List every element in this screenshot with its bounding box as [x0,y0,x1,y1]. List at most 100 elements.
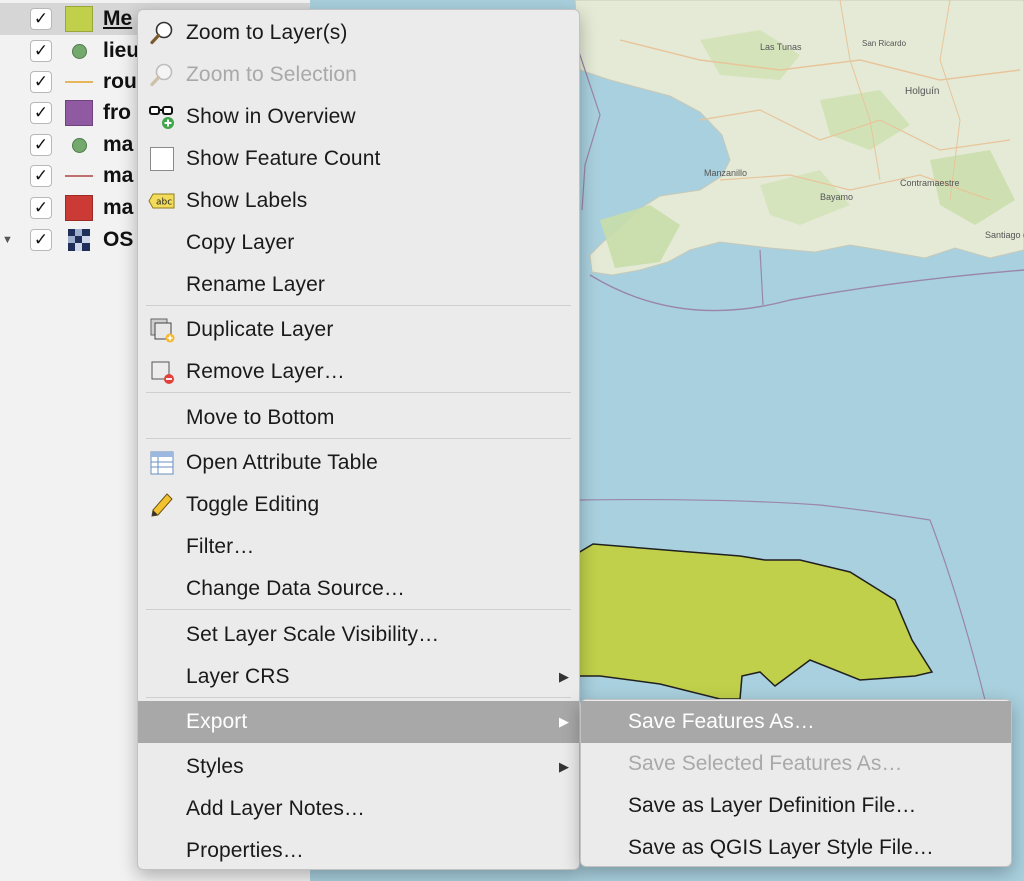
layer-checkbox[interactable]: ✓ [30,40,52,62]
export-submenu: Save Features As… Save Selected Features… [580,699,1012,867]
menu-item-label: Save as QGIS Layer Style File… [628,836,934,859]
svg-text:abc: abc [156,198,172,208]
menu-item-zoom-to-layer[interactable]: Zoom to Layer(s) [138,12,579,54]
menu-item-save-features-as[interactable]: Save Features As… [581,701,1011,743]
map-label: Holguín [905,86,939,97]
menu-item-properties[interactable]: Properties… [138,830,579,872]
menu-item-layer-crs[interactable]: Layer CRS ▶ [138,656,579,698]
menu-item-copy-layer[interactable]: Copy Layer [138,222,579,264]
labels-abc-icon: abc [148,187,176,215]
menu-item-label: Filter… [186,535,255,558]
menu-item-label: Save Selected Features As… [628,752,903,775]
attribute-table-icon [148,449,176,477]
map-label: San Ricardo [862,39,907,48]
menu-separator [146,697,571,698]
menu-item-label: Show Labels [186,189,308,212]
menu-item-label: Save Features As… [628,710,815,733]
map-label: Santiago de Cuba [985,230,1024,240]
layer-context-menu: Zoom to Layer(s) Zoom to Selection Show … [137,9,580,870]
menu-item-rename-layer[interactable]: Rename Layer [138,264,579,306]
menu-item-save-layer-definition[interactable]: Save as Layer Definition File… [581,785,1011,827]
menu-item-export[interactable]: Export ▶ [138,701,579,743]
menu-separator [146,438,571,439]
layer-checkbox[interactable]: ✓ [30,8,52,30]
menu-item-label: Toggle Editing [186,493,320,516]
layer-checkbox[interactable]: ✓ [30,229,52,251]
fill-symbol-icon [64,100,94,126]
layer-checkbox[interactable]: ✓ [30,71,52,93]
menu-item-label: Styles [186,755,244,778]
map-label: Manzanillo [704,168,747,178]
layer-checkbox[interactable]: ✓ [30,165,52,187]
menu-item-label: Change Data Source… [186,577,406,600]
zoom-selection-icon [148,61,176,89]
menu-item-show-labels[interactable]: abc Show Labels [138,180,579,222]
point-symbol-icon [64,38,94,64]
menu-item-label: Show Feature Count [186,147,381,170]
menu-item-show-in-overview[interactable]: Show in Overview [138,96,579,138]
line-symbol-icon [64,163,94,189]
menu-item-label: Rename Layer [186,273,325,296]
menu-item-styles[interactable]: Styles ▶ [138,746,579,788]
menu-item-filter[interactable]: Filter… [138,526,579,568]
menu-item-duplicate-layer[interactable]: Duplicate Layer [138,309,579,351]
menu-item-save-qgis-layer-style[interactable]: Save as QGIS Layer Style File… [581,827,1011,869]
menu-item-label: Properties… [186,839,304,862]
layer-name: ma [103,196,134,219]
checkbox-icon [148,145,176,173]
layer-name: ma [103,133,134,156]
duplicate-layer-icon [148,316,176,344]
menu-separator [146,609,571,610]
layer-name: rou [103,70,137,93]
menu-item-add-layer-notes[interactable]: Add Layer Notes… [138,788,579,830]
menu-item-label: Move to Bottom [186,406,335,429]
menu-item-toggle-editing[interactable]: Toggle Editing [138,484,579,526]
map-label: Contramaestre [900,178,960,188]
menu-item-save-selected-features-as[interactable]: Save Selected Features As… [581,743,1011,785]
menu-item-label: Zoom to Selection [186,63,357,86]
menu-item-label: Open Attribute Table [186,451,378,474]
menu-item-label: Copy Layer [186,231,295,254]
menu-item-label: Export [186,710,248,733]
pencil-icon [148,491,176,519]
menu-item-label: Layer CRS [186,665,290,688]
menu-item-label: Set Layer Scale Visibility… [186,623,440,646]
submenu-arrow-icon: ▶ [559,669,569,684]
layer-name: OS [103,228,134,251]
raster-symbol-icon [64,227,94,253]
menu-item-zoom-to-selection[interactable]: Zoom to Selection [138,54,579,96]
map-label: Bayamo [820,192,853,202]
menu-item-label: Save as Layer Definition File… [628,794,917,817]
layer-name: ma [103,164,134,187]
menu-item-label: Duplicate Layer [186,318,334,341]
zoom-layer-icon [148,19,176,47]
menu-item-set-scale-visibility[interactable]: Set Layer Scale Visibility… [138,614,579,656]
menu-item-open-attribute-table[interactable]: Open Attribute Table [138,442,579,484]
map-label: Las Tunas [760,42,802,52]
menu-item-label: Remove Layer… [186,360,345,383]
submenu-arrow-icon: ▶ [559,759,569,774]
line-symbol-icon [64,69,94,95]
submenu-arrow-icon: ▶ [559,714,569,729]
menu-item-show-feature-count[interactable]: Show Feature Count [138,138,579,180]
remove-layer-icon [148,358,176,386]
fill-symbol-icon [64,6,94,32]
layer-checkbox[interactable]: ✓ [30,197,52,219]
menu-separator [146,392,571,393]
layer-name: fro [103,101,131,124]
layer-checkbox[interactable]: ✓ [30,134,52,156]
layer-name: Me [103,7,133,30]
menu-separator [146,305,571,306]
layer-checkbox[interactable]: ✓ [30,102,52,124]
menu-item-label: Zoom to Layer(s) [186,21,348,44]
menu-item-change-data-source[interactable]: Change Data Source… [138,568,579,610]
menu-item-move-to-bottom[interactable]: Move to Bottom [138,397,579,439]
menu-item-label: Add Layer Notes… [186,797,366,820]
point-symbol-icon [64,132,94,158]
overview-glasses-icon [148,103,176,131]
menu-item-remove-layer[interactable]: Remove Layer… [138,351,579,393]
menu-item-label: Show in Overview [186,105,356,128]
expand-arrow-icon[interactable]: ▼ [2,234,14,246]
layer-name: lieu [103,39,140,62]
fill-symbol-icon [64,195,94,221]
